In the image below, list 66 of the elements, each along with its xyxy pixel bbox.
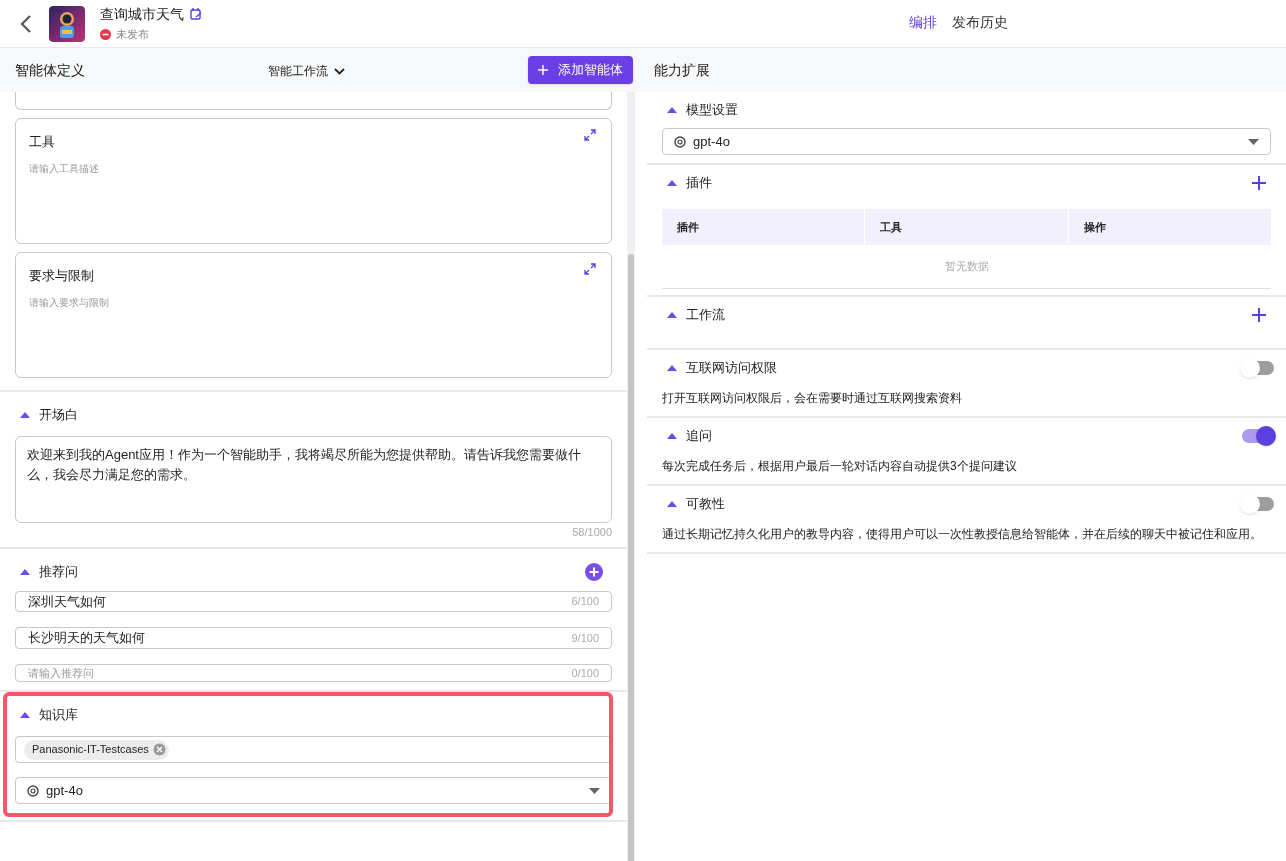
chevron-down-icon: [334, 67, 345, 75]
back-icon[interactable]: [20, 13, 32, 34]
card-title: 工具: [29, 133, 55, 151]
column-header: 工具: [865, 209, 1068, 245]
opening-message-field[interactable]: 欢迎来到我的Agent应用！作为一个智能助手，我将竭尽所能为您提供帮助。请告诉我您需要做什么，我会尽力满足您的需求。: [15, 436, 612, 523]
expand-icon[interactable]: [584, 263, 596, 275]
knowledge-tag: Panasonic-IT-Testcases: [24, 739, 169, 760]
mode-dropdown[interactable]: 智能工作流: [268, 62, 345, 80]
prompt-card[interactable]: 工具 请输入工具描述: [15, 118, 612, 244]
description-text: 每次完成任务后，根据用户最后一轮对话内容自动提供3个提问建议: [661, 458, 1018, 475]
caret-icon: [589, 787, 600, 794]
collapse-icon[interactable]: [20, 412, 30, 418]
agent-title: 查询城市天气: [100, 4, 184, 23]
column-header: 插件: [662, 209, 865, 245]
unpublished-icon: [100, 28, 111, 40]
panel-title: 能力扩展: [654, 60, 710, 80]
description-text: 打开互联网访问权限后，会在需要时通过互联网搜索资料: [661, 390, 963, 407]
section-title: 工作流: [686, 306, 725, 325]
collapse-icon[interactable]: [667, 501, 677, 507]
section-title: 互联网访问权限: [686, 359, 777, 378]
section-title: 可教性: [686, 495, 725, 514]
prompt-input[interactable]: 请输入要求与限制: [29, 295, 598, 325]
collapse-icon[interactable]: [667, 365, 677, 371]
section-title: 知识库: [39, 706, 78, 725]
collapse-icon[interactable]: [667, 107, 677, 113]
section-title: 开场白: [39, 406, 78, 425]
suggestion-field[interactable]: 长沙明天的天气如何 9/100: [15, 627, 612, 649]
collapse-icon[interactable]: [667, 433, 677, 439]
toggle-switch[interactable]: [1242, 497, 1274, 511]
section-title: 追问: [686, 427, 712, 446]
char-count: 0/100: [571, 665, 599, 681]
calendar-edit-icon[interactable]: [190, 7, 202, 20]
description-text: 通过长期记忆持久化用户的教导内容，使得用户可以一次性教授信息给智能体，并在后续的聊天中被记住和应用。: [661, 526, 1263, 543]
caret-icon: [1248, 138, 1259, 145]
model-icon: [27, 784, 39, 797]
char-count: 6/100: [571, 594, 599, 609]
add-icon[interactable]: [585, 562, 603, 581]
char-count: 9/100: [571, 630, 599, 646]
expand-icon[interactable]: [584, 129, 596, 141]
add-agent-button[interactable]: 添加智能体: [528, 56, 633, 84]
tab[interactable]: 编排: [909, 12, 937, 33]
model-icon: [674, 135, 686, 148]
collapse-icon[interactable]: [667, 312, 677, 318]
char-count: 58/1000: [571, 525, 612, 540]
empty-text: 暂无数据: [944, 259, 989, 275]
section-title: 模型设置: [686, 101, 738, 120]
column-header: 操作: [1068, 209, 1271, 245]
add-icon[interactable]: [1252, 308, 1266, 322]
plus-icon: [538, 65, 548, 75]
remove-icon[interactable]: [152, 743, 166, 756]
model-dropdown[interactable]: gpt-4o: [662, 128, 1271, 155]
prompt-input[interactable]: 请输入工具描述: [29, 161, 598, 191]
toggle-switch[interactable]: [1242, 361, 1274, 375]
suggestion-field[interactable]: 深圳天气如何 6/100: [15, 590, 612, 612]
status-text: 未发布: [116, 26, 149, 42]
section-title: 插件: [686, 174, 712, 193]
toggle-switch[interactable]: [1242, 429, 1274, 443]
panel-title: 智能体定义: [15, 60, 85, 80]
prompt-card[interactable]: 要求与限制 请输入要求与限制: [15, 252, 612, 378]
add-icon[interactable]: [1252, 176, 1266, 190]
collapse-icon[interactable]: [20, 712, 30, 718]
card-title: 要求与限制: [29, 267, 94, 285]
collapse-icon[interactable]: [20, 568, 30, 575]
tab[interactable]: 发布历史: [952, 12, 1008, 33]
collapse-icon[interactable]: [667, 180, 677, 186]
section-title: 推荐问: [39, 562, 78, 581]
